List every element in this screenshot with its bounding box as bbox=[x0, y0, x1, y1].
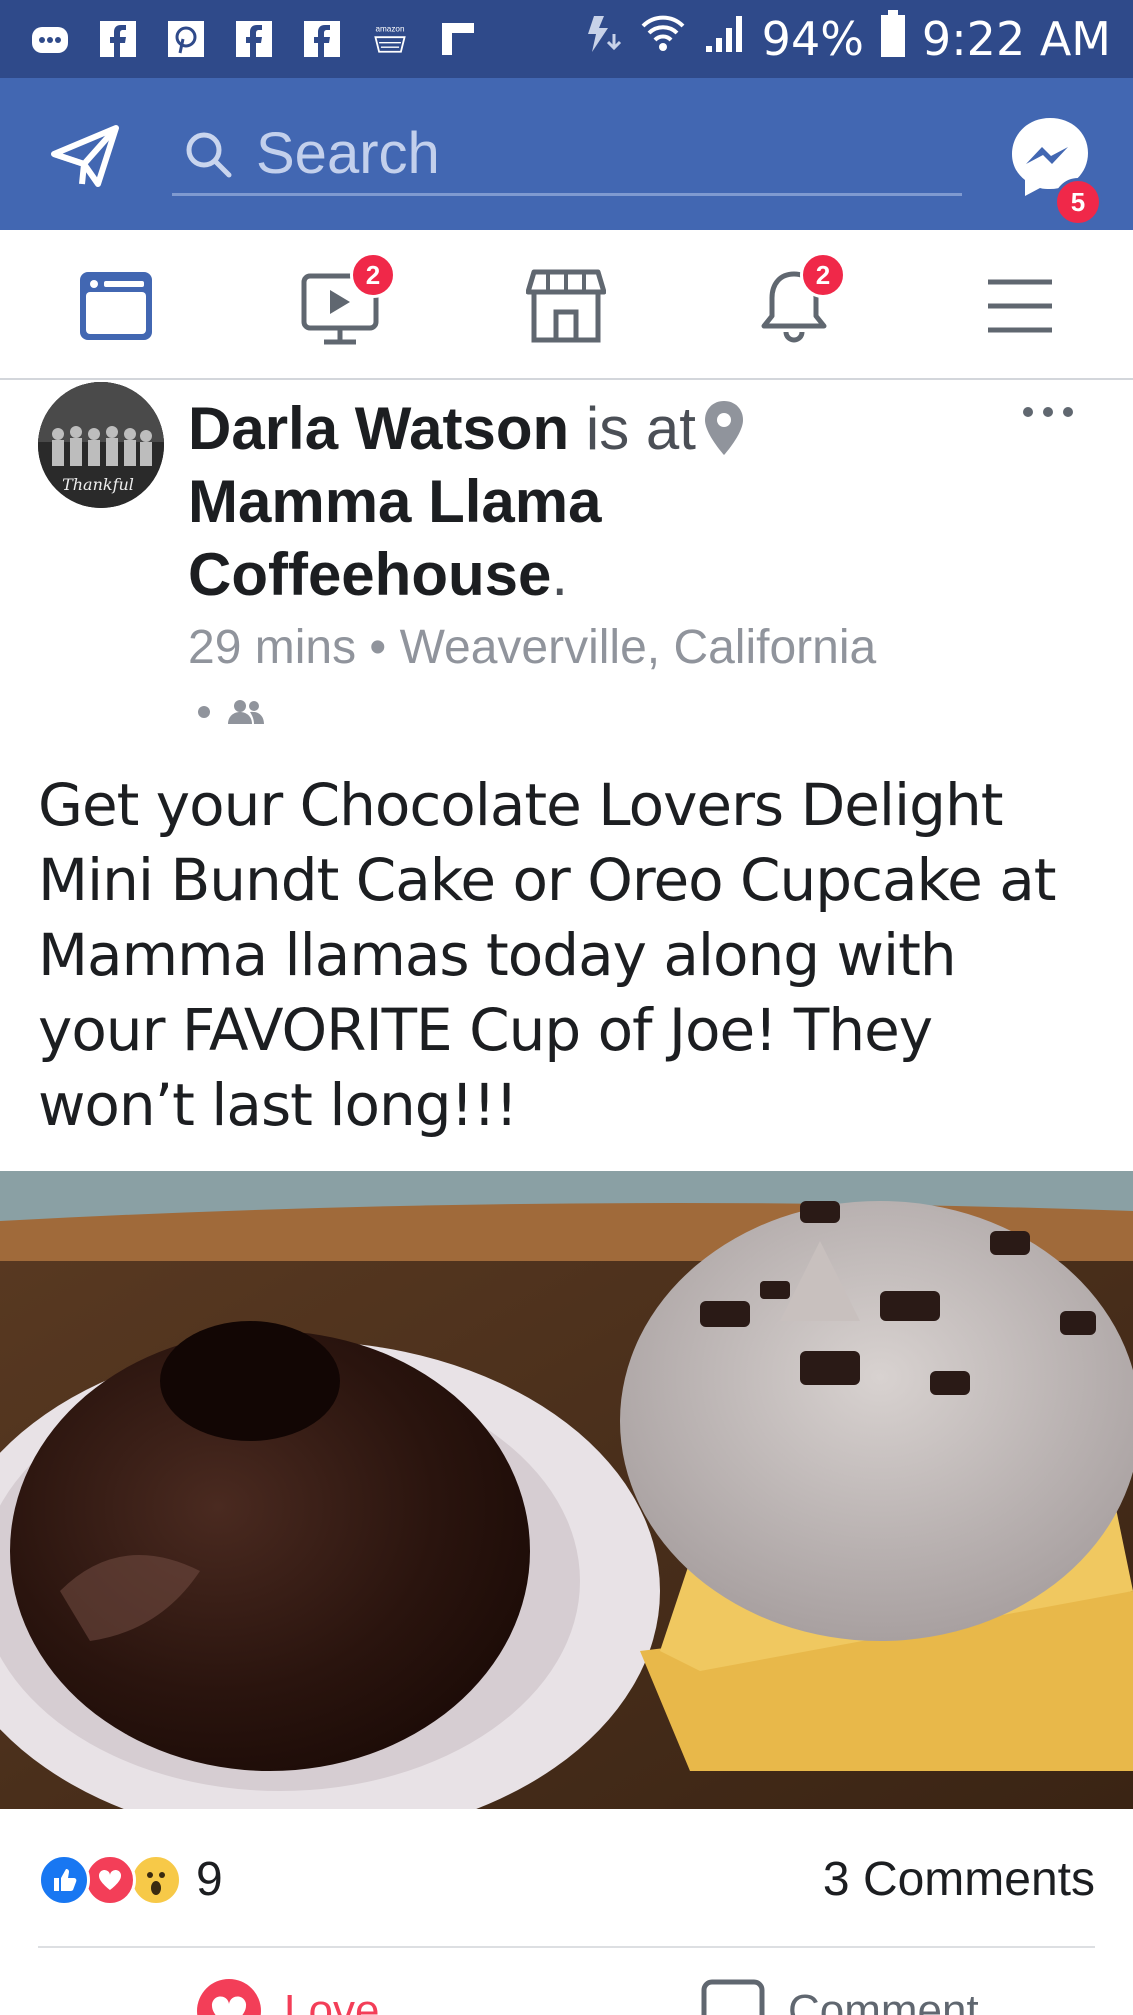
notification-icons: amazon bbox=[0, 19, 478, 59]
tab-marketplace[interactable] bbox=[525, 266, 607, 346]
tab-menu[interactable] bbox=[980, 266, 1060, 346]
watch-badge: 2 bbox=[350, 252, 396, 298]
hamburger-menu-icon bbox=[988, 279, 1052, 333]
title-period: . bbox=[551, 541, 569, 608]
facebook-icon bbox=[234, 19, 274, 59]
facebook-icon bbox=[302, 19, 342, 59]
bundt-cake-and-cupcake-image bbox=[0, 1171, 1133, 1809]
signal-icon bbox=[702, 12, 746, 67]
love-label: Love bbox=[284, 1986, 380, 2015]
tab-watch[interactable]: 2 bbox=[300, 252, 396, 346]
is-at-text: is at bbox=[585, 395, 696, 462]
post-location[interactable]: Weaverville, California bbox=[400, 621, 877, 674]
divider bbox=[38, 1946, 1095, 1948]
location-pin-icon bbox=[704, 401, 743, 455]
pinterest-icon bbox=[166, 19, 206, 59]
comment-icon bbox=[701, 1979, 765, 2015]
system-indicators: 94% 9:22 AM bbox=[584, 9, 1133, 69]
data-saver-icon bbox=[584, 12, 624, 67]
post-meta: 29 mins • Weaverville, California bbox=[188, 620, 876, 675]
reactions-summary[interactable]: 9 bbox=[38, 1852, 223, 1907]
tab-news-feed[interactable] bbox=[76, 266, 156, 346]
post-actions: Love Comment bbox=[0, 1978, 1133, 2015]
avatar[interactable]: Thankful bbox=[38, 382, 164, 508]
comments-count[interactable]: 3 Comments bbox=[823, 1852, 1095, 1907]
love-icon bbox=[197, 1979, 261, 2015]
post-header: Darla Watson is at Mamma Llama Coffeehou… bbox=[188, 392, 1048, 611]
comment-label: Comment bbox=[788, 1986, 979, 2015]
notifications-badge: 2 bbox=[800, 252, 846, 298]
facebook-icon bbox=[98, 19, 138, 59]
chat-icon bbox=[30, 19, 70, 59]
battery-percent: 94% bbox=[761, 12, 864, 66]
wow-reaction-icon bbox=[130, 1853, 182, 1906]
post-privacy bbox=[198, 698, 266, 726]
tab-notifications[interactable]: 2 bbox=[754, 252, 846, 346]
post-body-text: Get your Chocolate Lovers Delight Mini B… bbox=[38, 771, 1056, 1139]
love-button[interactable]: Love bbox=[196, 1978, 379, 2015]
friends-audience-icon[interactable] bbox=[226, 698, 266, 726]
battery-icon bbox=[880, 9, 906, 69]
post-time[interactable]: 29 mins bbox=[188, 621, 356, 674]
author-name[interactable]: Darla Watson bbox=[188, 395, 569, 462]
meta-separator: • bbox=[369, 621, 387, 674]
like-reaction-icon bbox=[38, 1853, 90, 1906]
love-reaction-icon bbox=[84, 1853, 136, 1906]
send-icon[interactable] bbox=[50, 124, 120, 188]
place-name-line2[interactable]: Coffeehouse bbox=[188, 541, 551, 608]
clock: 9:22 AM bbox=[921, 12, 1111, 66]
search-input[interactable] bbox=[256, 120, 936, 187]
app-bar: 5 bbox=[0, 78, 1133, 230]
avatar-caption: Thankful bbox=[62, 475, 134, 494]
search-bar[interactable] bbox=[172, 114, 962, 196]
comment-button[interactable]: Comment bbox=[700, 1978, 979, 2015]
wifi-icon bbox=[640, 12, 686, 67]
post-photo[interactable] bbox=[0, 1171, 1133, 1809]
marketplace-icon bbox=[525, 269, 607, 343]
meta-dot bbox=[198, 706, 210, 718]
flipboard-icon bbox=[438, 19, 478, 59]
svg-text:amazon: amazon bbox=[375, 25, 405, 34]
news-feed-icon bbox=[80, 272, 152, 340]
place-name-line1[interactable]: Mamma Llama bbox=[188, 468, 602, 535]
search-icon bbox=[186, 132, 232, 177]
messenger-badge: 5 bbox=[1054, 178, 1102, 226]
reaction-count: 9 bbox=[196, 1853, 223, 1906]
profile-photo-image: Thankful bbox=[38, 382, 164, 508]
tab-bar: 2 2 bbox=[0, 230, 1133, 380]
amazon-icon: amazon bbox=[370, 19, 410, 59]
status-bar: amazon 94% 9:22 AM bbox=[0, 0, 1133, 78]
